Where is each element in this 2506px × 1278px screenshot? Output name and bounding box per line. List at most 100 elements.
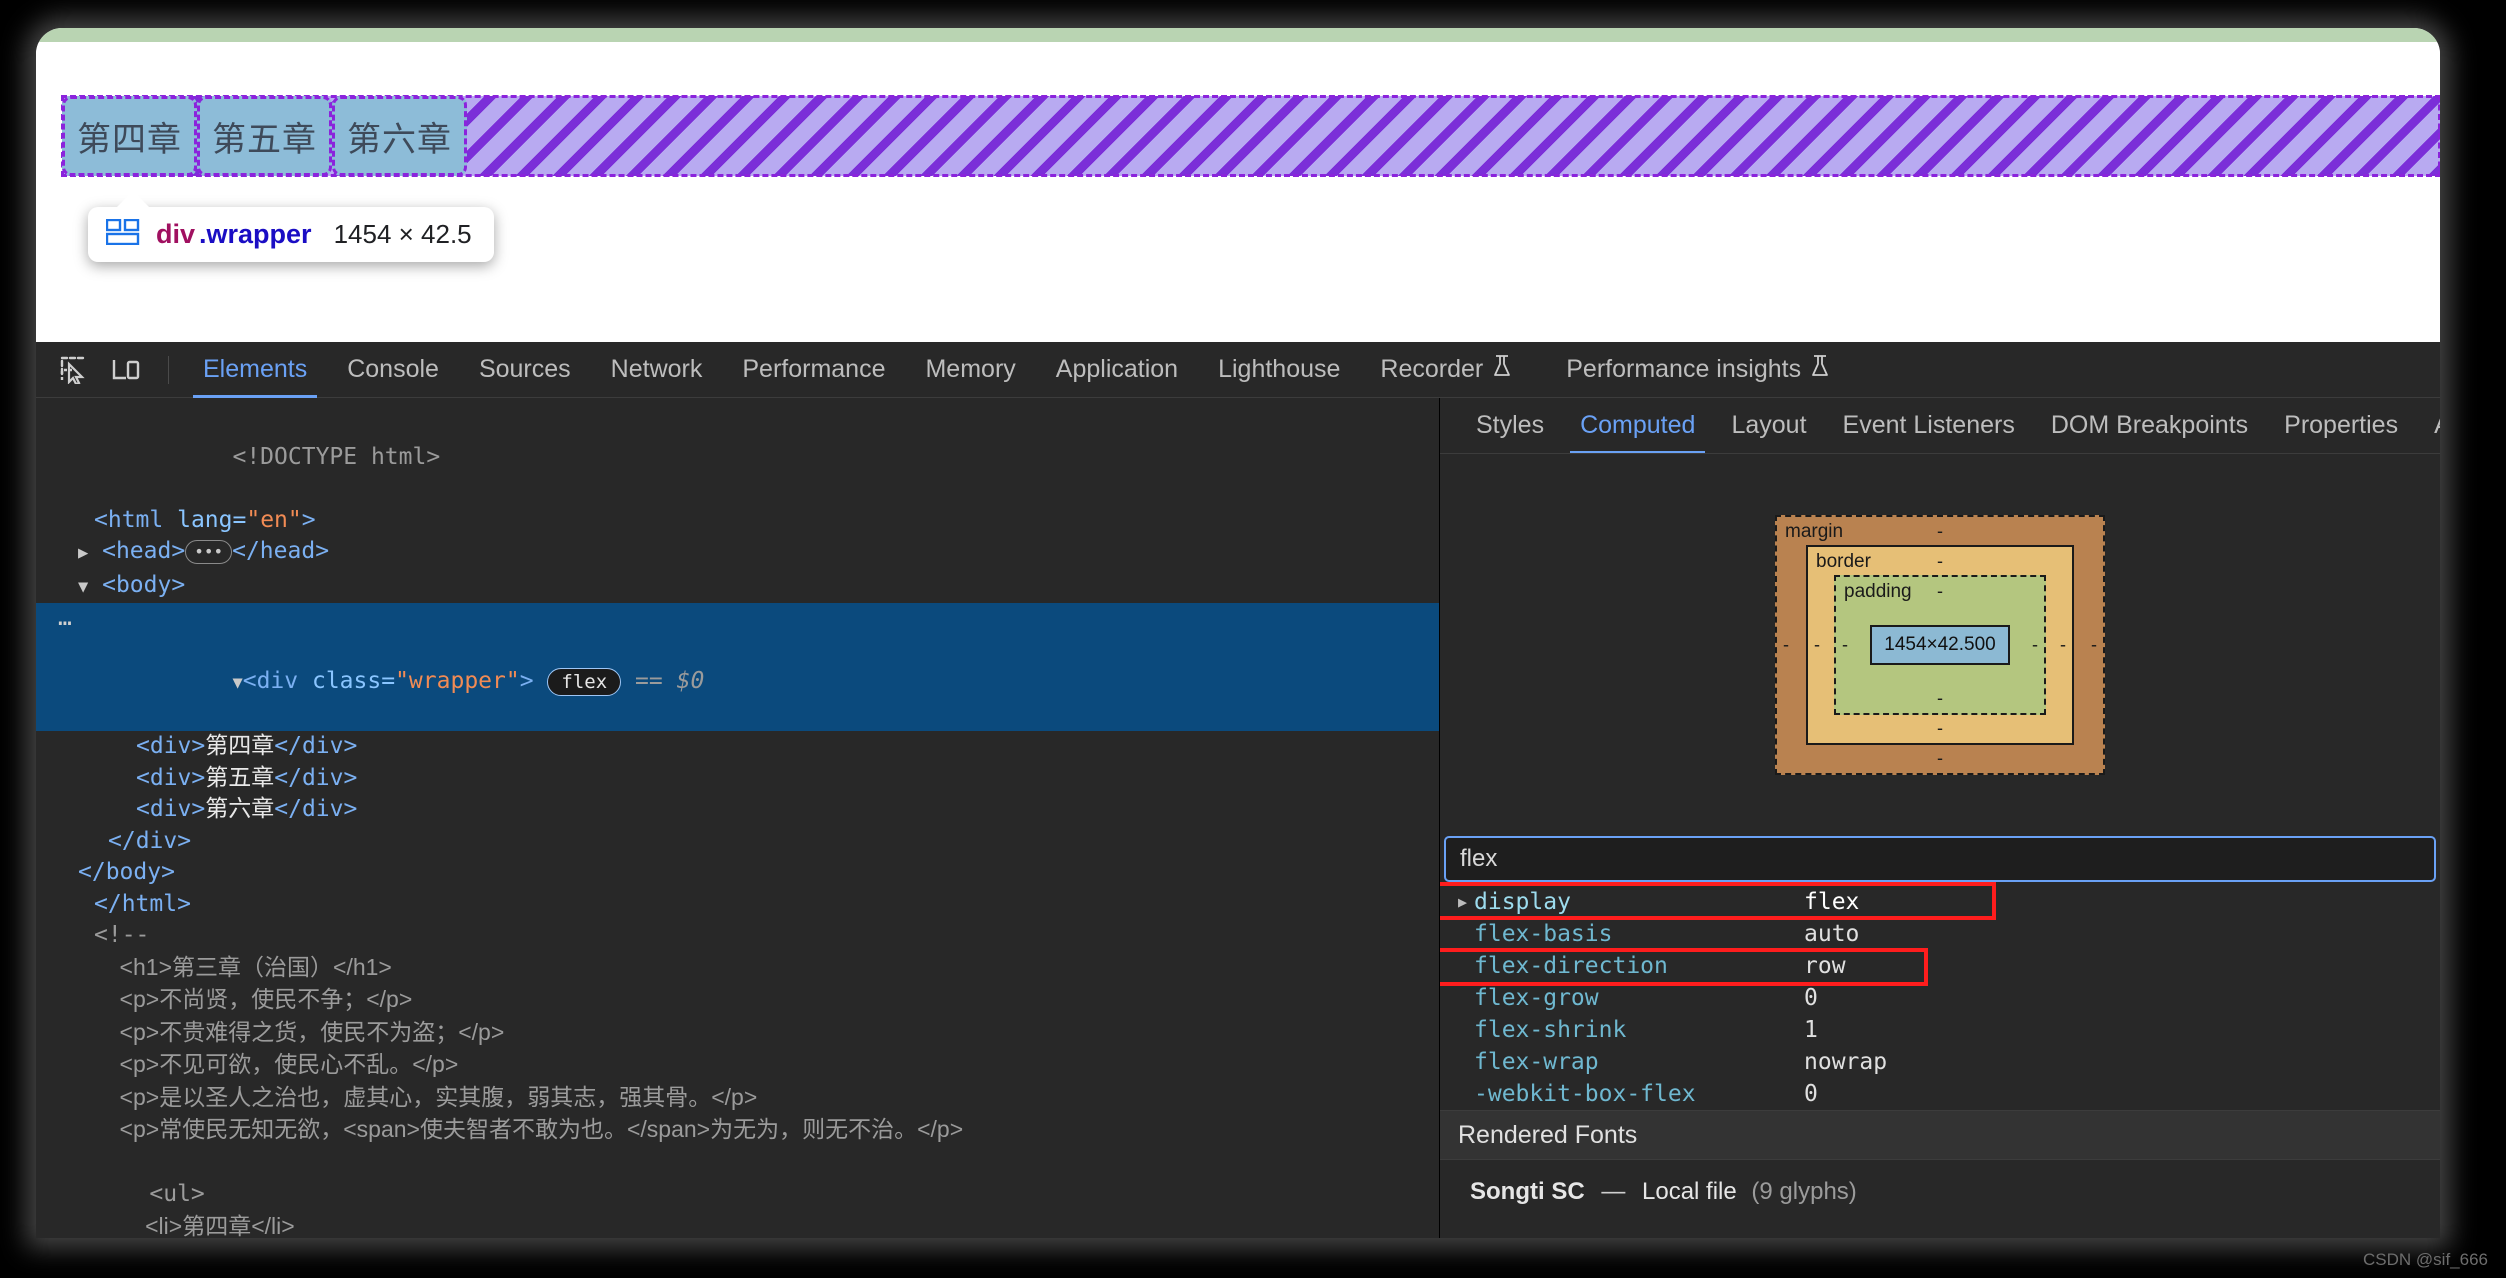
- dom-line-doctype[interactable]: <!DOCTYPE html>: [36, 410, 1439, 505]
- computed-styles-pane: Styles Computed Layout Event Listeners D…: [1440, 398, 2440, 1238]
- property-row-webkit-box-flex[interactable]: -webkit-box-flex 0: [1440, 1078, 2440, 1110]
- tab-properties[interactable]: Properties: [2266, 398, 2416, 453]
- tab-label: Application: [1055, 355, 1179, 383]
- dom-line-div-close[interactable]: </div>: [36, 826, 1439, 858]
- tag-text: </html>: [94, 890, 191, 917]
- box-model-border[interactable]: border - - - - padding - - - - 1454×42.5…: [1806, 545, 2074, 745]
- comment-text: <p>不见可欲，使民心不乱。</p>: [94, 1051, 459, 1077]
- property-name: flex-wrap: [1474, 1049, 1599, 1075]
- property-row-flex-basis[interactable]: flex-basis auto: [1440, 918, 2440, 950]
- comment-text: <ul>: [94, 1181, 205, 1207]
- tab-elements[interactable]: Elements: [183, 342, 327, 398]
- tag-text: <div>: [136, 733, 206, 759]
- property-value: 0: [1804, 1081, 1818, 1107]
- rendered-fonts-header[interactable]: Rendered Fonts: [1440, 1110, 2440, 1160]
- tag-bracket: >: [519, 668, 534, 694]
- property-value: 0: [1804, 985, 1818, 1011]
- tab-computed[interactable]: Computed: [1562, 398, 1713, 453]
- expand-triangle-icon[interactable]: ▶: [78, 543, 88, 563]
- node-text: 第四章: [205, 733, 275, 759]
- box-model-content[interactable]: 1454×42.500: [1870, 625, 2010, 665]
- border-left-value[interactable]: -: [1814, 635, 1820, 656]
- tab-performance-insights[interactable]: Performance insights: [1532, 342, 1864, 398]
- padding-top-value[interactable]: -: [1937, 581, 1943, 602]
- node-text: 第五章: [205, 764, 275, 791]
- dom-line-child[interactable]: <div>第四章</div>: [36, 731, 1439, 763]
- tab-recorder[interactable]: Recorder: [1360, 342, 1532, 398]
- device-toolbar-icon[interactable]: [102, 346, 150, 394]
- tab-styles[interactable]: Styles: [1458, 398, 1562, 453]
- tab-performance[interactable]: Performance: [722, 342, 905, 398]
- property-value: auto: [1804, 921, 1860, 947]
- flex-badge[interactable]: flex: [547, 667, 622, 696]
- dom-line-selected-wrapper[interactable]: … ▼<div class="wrapper"> flex == $0: [36, 603, 1439, 731]
- dom-line-child[interactable]: <div>第五章</div>: [36, 763, 1439, 795]
- tab-lighthouse[interactable]: Lighthouse: [1198, 342, 1360, 398]
- box-model-padding[interactable]: padding - - - - 1454×42.500: [1834, 575, 2046, 715]
- chapter-item[interactable]: 第四章: [62, 96, 197, 176]
- dom-comment-line: <p>不见可欲，使民心不乱。</p>: [36, 1049, 1439, 1082]
- border-bottom-value[interactable]: -: [1937, 718, 1943, 739]
- experiment-flask-icon: [1810, 354, 1830, 385]
- node-overflow-dots[interactable]: …: [58, 603, 74, 635]
- margin-right-value[interactable]: -: [2091, 635, 2097, 656]
- dom-line-child[interactable]: <div>第六章</div>: [36, 794, 1439, 826]
- dash: —: [1601, 1178, 1626, 1205]
- tab-layout[interactable]: Layout: [1713, 398, 1824, 453]
- property-row-flex-grow[interactable]: flex-grow 0: [1440, 982, 2440, 1014]
- dom-line-head[interactable]: ▶ <head> ••• </head>: [36, 536, 1439, 570]
- tab-label: Memory: [925, 355, 1016, 383]
- expand-triangle-icon[interactable]: ▶: [1458, 893, 1474, 911]
- tab-application[interactable]: Application: [1036, 342, 1198, 398]
- computed-filter-input[interactable]: [1444, 836, 2436, 882]
- tooltip-class-name: .wrapper: [199, 219, 312, 249]
- border-right-value[interactable]: -: [2060, 635, 2066, 656]
- tab-dom-breakpoints[interactable]: DOM Breakpoints: [2033, 398, 2266, 453]
- collapse-triangle-icon[interactable]: ▼: [232, 673, 242, 693]
- padding-bottom-value[interactable]: -: [1937, 688, 1943, 709]
- dom-comment-line: [36, 1147, 1439, 1180]
- dom-comment-line: <h1>第三章（治国）</h1>: [36, 952, 1439, 985]
- tag-text: <div: [242, 668, 312, 694]
- tab-console[interactable]: Console: [327, 342, 459, 398]
- tab-memory[interactable]: Memory: [905, 342, 1035, 398]
- property-row-display[interactable]: ▶ display flex: [1440, 886, 2440, 918]
- tooltip-tag-name: div: [156, 219, 196, 249]
- property-row-flex-direction[interactable]: flex-direction row: [1440, 950, 2440, 982]
- devtools-panel: Elements Console Sources Network Perform…: [36, 342, 2440, 1238]
- tab-event-listeners[interactable]: Event Listeners: [1825, 398, 2033, 453]
- inspect-tooltip: div .wrapper 1454 × 42.5: [88, 191, 494, 262]
- chapter-item[interactable]: 第五章: [197, 96, 332, 176]
- rendered-page: 第四章 第五章 第六章 div .wrapper 1454 × 42.5: [36, 42, 2440, 342]
- dom-comment-line: <p>不尚贤，使民不争；</p>: [36, 984, 1439, 1017]
- property-row-flex-wrap[interactable]: flex-wrap nowrap: [1440, 1046, 2440, 1078]
- inspect-element-icon[interactable]: [50, 346, 98, 394]
- collapse-triangle-icon[interactable]: ▼: [78, 577, 88, 597]
- dom-line-html-open[interactable]: <html lang="en">: [36, 505, 1439, 537]
- box-model-margin[interactable]: margin - - - - border - - - - padding - …: [1775, 515, 2105, 775]
- tag-text: </body>: [78, 859, 175, 885]
- tab-network[interactable]: Network: [591, 342, 723, 398]
- dom-line-comment-open[interactable]: <!--: [36, 920, 1439, 952]
- font-glyph-count: (9 glyphs): [1751, 1178, 1857, 1205]
- tab-sources[interactable]: Sources: [459, 342, 591, 398]
- property-value: 1: [1804, 1017, 1818, 1043]
- collapsed-children-icon[interactable]: •••: [185, 539, 233, 564]
- dom-line-body-open[interactable]: ▼ <body>: [36, 570, 1439, 604]
- border-top-value[interactable]: -: [1937, 551, 1943, 572]
- margin-bottom-value[interactable]: -: [1937, 748, 1943, 769]
- dom-tree-pane[interactable]: <!DOCTYPE html> <html lang="en"> ▶ <head…: [36, 398, 1440, 1238]
- tab-label: Layout: [1731, 411, 1807, 439]
- tab-label: Properties: [2284, 411, 2399, 439]
- padding-left-value[interactable]: -: [1842, 635, 1848, 656]
- chapter-item[interactable]: 第六章: [332, 96, 467, 176]
- attr-name: lang=: [177, 506, 247, 533]
- margin-left-value[interactable]: -: [1783, 635, 1789, 656]
- padding-right-value[interactable]: -: [2032, 635, 2038, 656]
- dom-line-body-close[interactable]: </body>: [36, 857, 1439, 889]
- property-row-flex-shrink[interactable]: flex-shrink 1: [1440, 1014, 2440, 1046]
- tab-accessibility[interactable]: Acce: [2416, 398, 2440, 453]
- margin-top-value[interactable]: -: [1937, 521, 1943, 542]
- tab-label: Computed: [1580, 411, 1696, 439]
- dom-line-html-close[interactable]: </html>: [36, 889, 1439, 921]
